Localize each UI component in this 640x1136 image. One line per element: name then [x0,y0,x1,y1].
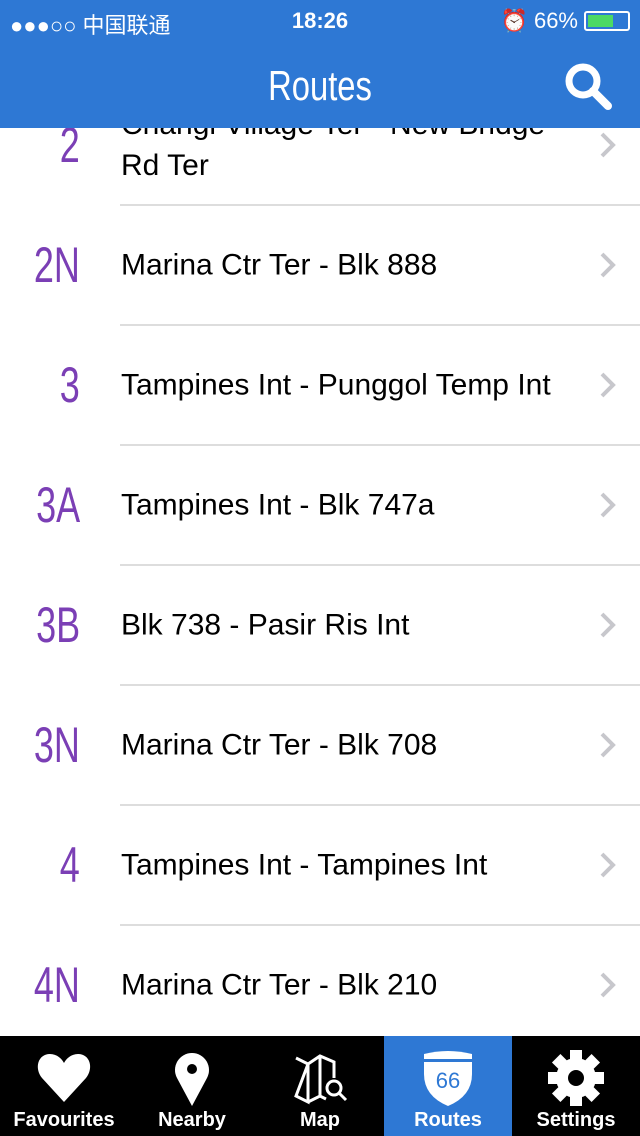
route-name: Marina Ctr Ter - Blk 888 [121,248,438,282]
route-row[interactable]: 4N Marina Ctr Ter - Blk 210 [0,926,640,1036]
status-bar: ●●●○○ 中国联通 18:26 ⏰ 66% [0,0,640,40]
route-number: 4 [59,837,80,893]
route-number: 3B [35,597,80,653]
tab-map[interactable]: Map [256,1036,384,1136]
route-number: 3A [35,477,80,533]
route-number: 3 [59,357,80,413]
route-number: 2 [59,128,80,173]
routes-list: 2 Changi Village Ter - New Bridge Rd Ter… [0,128,640,1036]
route-name: Tampines Int - Punggol Temp Int [121,368,551,402]
chevron-right-icon [600,492,616,518]
route-row[interactable]: 2N Marina Ctr Ter - Blk 888 [0,206,640,326]
route-row[interactable]: 4 Tampines Int - Tampines Int [0,806,640,926]
route-row[interactable]: 3A Tampines Int - Blk 747a [0,446,640,566]
route-row[interactable]: 3N Marina Ctr Ter - Blk 708 [0,686,640,806]
tab-settings[interactable]: Settings [512,1036,640,1136]
search-icon[interactable] [562,60,614,112]
route-number: 3N [33,717,80,773]
route-row[interactable]: 3B Blk 738 - Pasir Ris Int [0,566,640,686]
route-name: Blk 738 - Pasir Ris Int [121,608,410,642]
route-name: Tampines Int - Blk 747a [121,488,435,522]
route-name: Changi Village Ter - New Bridge Rd Ter [121,128,545,182]
map-pin-icon [175,1053,209,1106]
route-number: 4N [33,957,80,1013]
heart-icon [37,1054,91,1102]
svg-text:66: 66 [436,1068,460,1093]
route-row[interactable]: 3 Tampines Int - Punggol Temp Int [0,326,640,446]
route-name: Marina Ctr Ter - Blk 708 [121,728,438,762]
route-name: Marina Ctr Ter - Blk 210 [121,968,438,1002]
chevron-right-icon [600,132,616,158]
navigation-bar: Routes [0,40,640,128]
chevron-right-icon [600,612,616,638]
route-name: Tampines Int - Tampines Int [121,848,488,882]
chevron-right-icon [600,852,616,878]
tab-bar: Favourites Nearby Map 66 Routes Settings [0,1036,640,1136]
tab-nearby[interactable]: Nearby [128,1036,256,1136]
battery-icon [584,11,630,31]
map-search-icon [294,1054,348,1105]
gear-icon [548,1050,604,1106]
chevron-right-icon [600,972,616,998]
route-number: 2N [33,237,80,293]
page-title: Routes [268,62,372,109]
interstate-66-icon: 66 [424,1051,472,1106]
route-row[interactable]: 2 Changi Village Ter - New Bridge Rd Ter [0,128,640,206]
chevron-right-icon [600,372,616,398]
tab-favourites[interactable]: Favourites [0,1036,128,1136]
battery-percent: 66% [533,8,578,33]
chevron-right-icon [600,732,616,758]
tab-routes[interactable]: 66 Routes [384,1036,512,1136]
alarm-icon: ⏰ [500,8,528,33]
chevron-right-icon [600,252,616,278]
